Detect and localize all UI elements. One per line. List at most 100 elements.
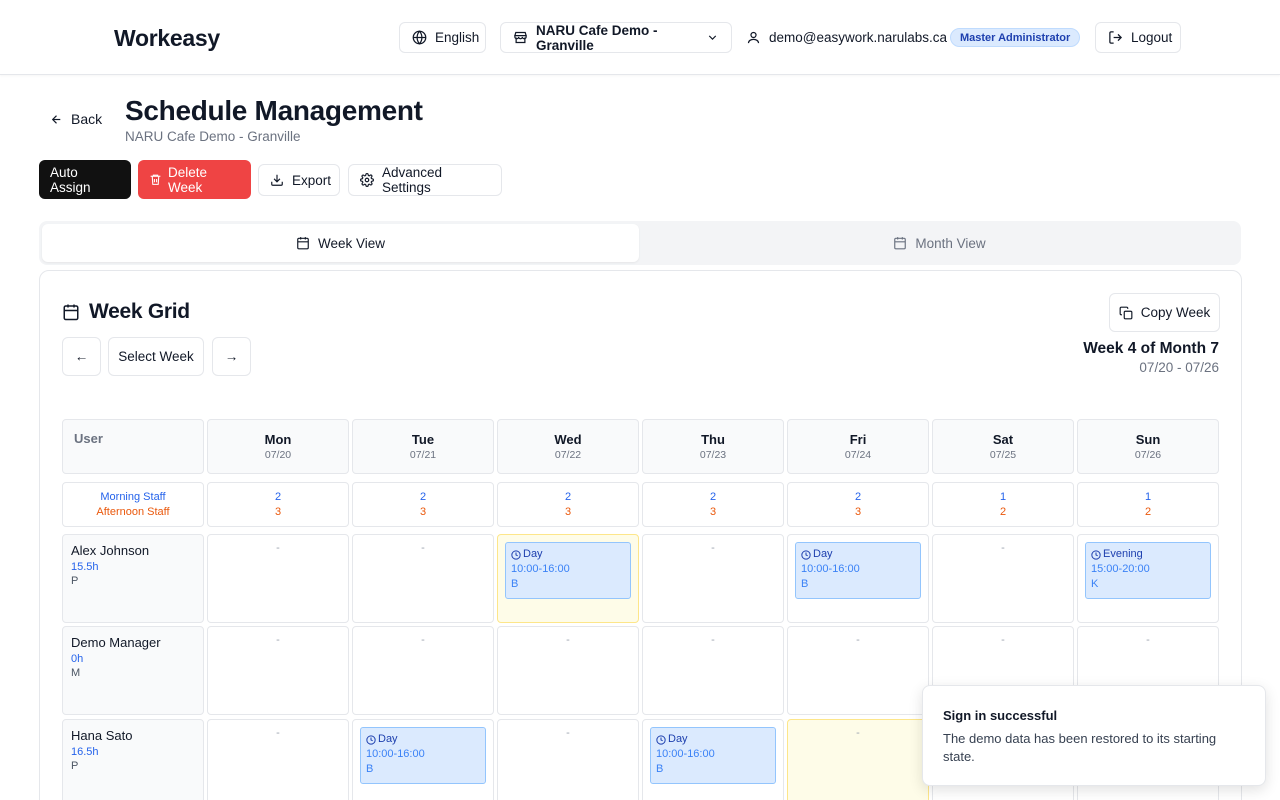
schedule-cell[interactable]: - <box>207 626 349 715</box>
shift-block[interactable]: Evening 15:00-20:00 K <box>1085 542 1211 599</box>
empty-slot: - <box>856 634 860 646</box>
clock-icon <box>801 549 811 560</box>
shift-type-label: Day <box>378 733 398 745</box>
schedule-cell[interactable]: Evening 15:00-20:00 K <box>1077 534 1219 623</box>
shift-time: 10:00-16:00 <box>511 563 570 575</box>
shift-block[interactable]: Day 10:00-16:00 B <box>505 542 631 599</box>
shift-time: 10:00-16:00 <box>801 563 860 575</box>
back-label: Back <box>71 111 103 127</box>
user-column-label: User <box>74 431 103 446</box>
store-icon <box>513 30 528 45</box>
shift-type-label: Day <box>668 733 688 745</box>
empty-slot: - <box>711 634 715 646</box>
schedule-cell[interactable]: Day 10:00-16:00 B <box>352 719 494 800</box>
chevron-down-icon <box>706 31 719 44</box>
day-date: 07/25 <box>989 449 1017 461</box>
shift-block[interactable]: Day 10:00-16:00 B <box>650 727 776 784</box>
copy-week-button[interactable]: Copy Week <box>1109 293 1220 332</box>
user-name: Demo Manager <box>71 635 161 650</box>
tab-week-view[interactable]: Week View <box>42 224 639 262</box>
morning-staff-label: Morning Staff <box>100 491 166 503</box>
user-row-header[interactable]: Demo Manager 0h M <box>62 626 204 715</box>
delete-week-label: Delete Week <box>168 164 208 195</box>
trash-icon <box>149 173 162 186</box>
afternoon-staff-count: 3 <box>274 506 282 518</box>
empty-slot: - <box>1001 542 1005 554</box>
afternoon-staff-count: 3 <box>709 506 717 518</box>
morning-staff-count: 2 <box>419 491 427 503</box>
shift-block[interactable]: Day 10:00-16:00 B <box>795 542 921 599</box>
schedule-cell[interactable]: Day 10:00-16:00 B <box>787 534 929 623</box>
shift-type-label: Day <box>523 548 543 560</box>
store-selector[interactable]: NARU Cafe Demo - Granville <box>500 22 732 53</box>
tab-month-view[interactable]: Month View <box>641 224 1238 262</box>
schedule-cell[interactable]: - <box>642 626 784 715</box>
empty-slot: - <box>856 727 860 739</box>
user-hours: 15.5h <box>71 561 99 573</box>
logout-label: Logout <box>1131 30 1173 45</box>
schedule-cell[interactable]: Day 10:00-16:00 B <box>642 719 784 800</box>
day-name: Tue <box>411 432 435 447</box>
back-button[interactable]: Back <box>50 111 102 127</box>
export-button[interactable]: Export <box>258 164 340 196</box>
schedule-cell[interactable]: - <box>352 626 494 715</box>
staff-count-mon: 23 <box>207 482 349 527</box>
user-info: demo@easywork.narulabs.ca <box>746 22 947 53</box>
day-name: Sat <box>992 432 1014 447</box>
auto-assign-button[interactable]: Auto Assign <box>39 160 131 199</box>
schedule-cell[interactable]: - <box>497 626 639 715</box>
schedule-cell[interactable]: - <box>932 534 1074 623</box>
tab-week-label: Week View <box>317 235 386 251</box>
toast-title: Sign in successful <box>943 708 1058 723</box>
select-week-button[interactable]: Select Week <box>108 337 204 376</box>
schedule-cell[interactable]: - <box>787 719 929 800</box>
shift-type: Day <box>656 732 770 747</box>
brand-logo[interactable]: Workeasy <box>114 25 220 52</box>
role-badge: Master Administrator <box>950 28 1081 47</box>
toast-notification[interactable]: Sign in successful The demo data has bee… <box>922 685 1266 786</box>
shift-type-label: Evening <box>1103 548 1143 560</box>
staff-count-fri: 23 <box>787 482 929 527</box>
schedule-cell[interactable]: - <box>642 534 784 623</box>
logout-button[interactable]: Logout <box>1095 22 1181 53</box>
shift-code: B <box>801 578 809 590</box>
day-name: Mon <box>264 432 292 447</box>
shift-block[interactable]: Day 10:00-16:00 B <box>360 727 486 784</box>
page-title: Schedule Management <box>125 95 423 126</box>
morning-staff-count: 2 <box>709 491 717 503</box>
user-email: demo@easywork.narulabs.ca <box>769 30 948 45</box>
shift-code: B <box>511 578 519 590</box>
day-name: Thu <box>701 432 725 447</box>
empty-slot: - <box>566 727 570 739</box>
next-week-button[interactable]: → <box>212 337 251 376</box>
download-icon <box>270 173 284 187</box>
schedule-cell[interactable]: - <box>207 719 349 800</box>
schedule-cell[interactable]: - <box>352 534 494 623</box>
empty-slot: - <box>276 727 280 739</box>
afternoon-staff-count: 2 <box>1144 506 1152 518</box>
empty-slot: - <box>1001 634 1005 646</box>
empty-slot: - <box>566 634 570 646</box>
afternoon-staff-count: 2 <box>999 506 1007 518</box>
user-row-header[interactable]: Hana Sato 16.5h P <box>62 719 204 800</box>
schedule-cell[interactable]: Day 10:00-16:00 B <box>497 534 639 623</box>
advanced-settings-button[interactable]: Advanced Settings <box>348 164 502 196</box>
shift-code: B <box>656 763 664 775</box>
language-button[interactable]: English <box>399 22 486 53</box>
week-label: Week 4 of Month 7 <box>1083 340 1219 357</box>
empty-slot: - <box>1146 634 1150 646</box>
user-row-header[interactable]: Alex Johnson 15.5h P <box>62 534 204 623</box>
day-header-wed: Wed 07/22 <box>497 419 639 474</box>
export-label: Export <box>292 172 332 188</box>
shift-type: Day <box>366 732 480 747</box>
schedule-cell[interactable]: - <box>497 719 639 800</box>
morning-staff-count: 1 <box>1144 491 1152 503</box>
gear-icon <box>360 173 374 187</box>
schedule-cell[interactable]: - <box>207 534 349 623</box>
tab-month-label: Month View <box>915 235 986 251</box>
delete-week-button[interactable]: Delete Week <box>138 160 251 199</box>
copy-icon <box>1119 306 1133 320</box>
schedule-cell[interactable]: - <box>787 626 929 715</box>
shift-code: K <box>1091 578 1099 590</box>
previous-week-button[interactable]: ← <box>62 337 101 376</box>
